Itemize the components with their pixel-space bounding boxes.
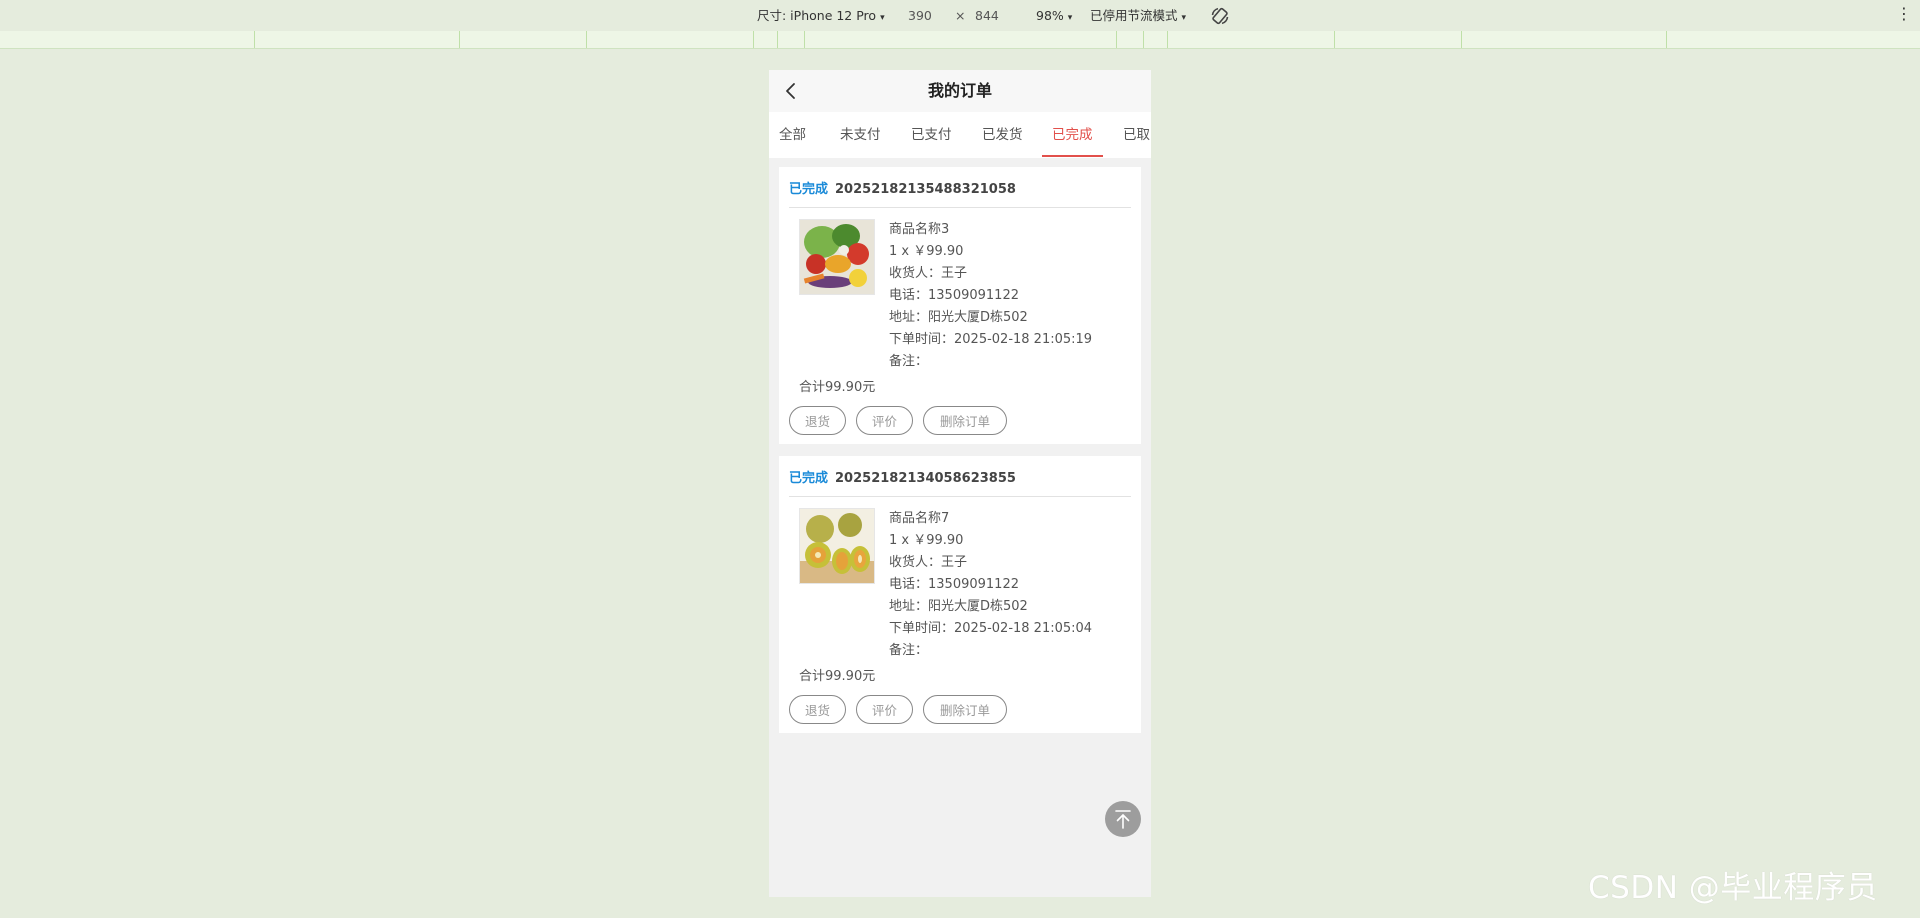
product-name: 商品名称3 <box>889 222 950 237</box>
delete-order-button[interactable]: 删除订单 <box>923 695 1007 724</box>
return-button[interactable]: 退货 <box>789 695 846 724</box>
tab-cancelled[interactable]: 已取 <box>1123 112 1150 158</box>
delete-order-button[interactable]: 删除订单 <box>923 406 1007 435</box>
caret-down-icon: ▾ <box>1067 13 1073 23</box>
phone: 电话：13509091122 <box>889 288 1019 303</box>
divider <box>789 207 1131 208</box>
media-query-bar[interactable] <box>0 31 1920 49</box>
zoom-select[interactable]: 98% ▾ <box>1036 8 1072 26</box>
product-image[interactable] <box>799 219 875 295</box>
media-query-segment[interactable] <box>459 31 460 48</box>
back-to-top-button[interactable] <box>1105 801 1141 837</box>
active-tab-indicator <box>1042 155 1103 157</box>
note: 备注： <box>889 643 929 658</box>
chevron-left-icon[interactable] <box>781 80 803 102</box>
order-number: 20252182135488321058 <box>835 182 1016 197</box>
order-time: 下单时间：2025-02-18 21:05:04 <box>889 621 1093 636</box>
width-input[interactable]: 390 <box>908 8 932 23</box>
device-select[interactable]: 尺寸: iPhone 12 Pro ▾ <box>757 8 885 26</box>
receiver: 收货人：王子 <box>889 555 968 570</box>
address: 地址：阳光大厦D栋502 <box>889 310 1028 325</box>
address: 地址：阳光大厦D栋502 <box>889 599 1028 614</box>
media-query-segment[interactable] <box>254 31 255 48</box>
order-card: 已完成 20252182135488321058 商品名称3 1 x ￥99.90… <box>779 167 1141 444</box>
tab-unpaid[interactable]: 未支付 <box>840 112 881 158</box>
media-query-segment[interactable] <box>1334 31 1335 48</box>
tab-shipped[interactable]: 已发货 <box>982 112 1023 158</box>
quantity-price: 1 x ￥99.90 <box>889 244 964 259</box>
media-query-segment[interactable] <box>753 31 754 48</box>
nav-bar: 我的订单 <box>769 70 1151 112</box>
caret-down-icon: ▾ <box>880 13 885 23</box>
tab-all[interactable]: 全部 <box>779 112 806 158</box>
tab-completed[interactable]: 已完成 <box>1052 112 1093 158</box>
device-label: 尺寸: iPhone 12 Pro <box>757 8 877 23</box>
product-image[interactable] <box>799 508 875 584</box>
status-badge: 已完成 <box>789 182 829 197</box>
media-query-segment[interactable] <box>1461 31 1462 48</box>
order-number: 20252182134058623855 <box>835 471 1016 486</box>
zoom-label: 98% <box>1036 8 1064 23</box>
order-card: 已完成 20252182134058623855 商品名称7 1 x ￥99.90 <box>779 456 1141 733</box>
height-input[interactable]: 844 <box>975 8 999 23</box>
order-tabs: 全部 未支付 已支付 已发货 已完成 已取 <box>769 112 1151 158</box>
return-button[interactable]: 退货 <box>789 406 846 435</box>
watermark: CSDN @毕业程序员 <box>1588 870 1878 906</box>
media-query-segment[interactable] <box>1143 31 1144 48</box>
review-button[interactable]: 评价 <box>856 695 913 724</box>
product-name: 商品名称7 <box>889 511 950 526</box>
throttle-select[interactable]: 已停用节流模式 ▾ <box>1090 8 1186 26</box>
media-query-segment[interactable] <box>586 31 587 48</box>
receiver: 收货人：王子 <box>889 266 968 281</box>
order-header: 已完成 20252182135488321058 <box>789 179 1016 197</box>
phone: 电话：13509091122 <box>889 577 1019 592</box>
order-info: 商品名称3 1 x ￥99.90 收货人：王子 电话：13509091122 地… <box>889 219 1092 373</box>
media-query-segment[interactable] <box>1167 31 1168 48</box>
throttle-label: 已停用节流模式 <box>1090 8 1178 23</box>
rotate-device-icon[interactable] <box>1210 6 1230 26</box>
review-button[interactable]: 评价 <box>856 406 913 435</box>
tab-paid[interactable]: 已支付 <box>911 112 952 158</box>
divider <box>789 496 1131 497</box>
arrow-up-to-top-icon <box>1115 810 1131 829</box>
order-time: 下单时间：2025-02-18 21:05:19 <box>889 332 1093 347</box>
caret-down-icon: ▾ <box>1181 13 1187 23</box>
order-total: 合计99.90元 <box>799 669 876 684</box>
order-info: 商品名称7 1 x ￥99.90 收货人：王子 电话：13509091122 地… <box>889 508 1092 662</box>
quantity-price: 1 x ￥99.90 <box>889 533 964 548</box>
phone-viewport: 我的订单 全部 未支付 已支付 已发货 已完成 已取 已完成 2025218213… <box>769 70 1151 897</box>
media-query-segment[interactable] <box>804 31 805 48</box>
media-query-segment[interactable] <box>1666 31 1667 48</box>
page-title: 我的订单 <box>927 81 992 100</box>
times-sign: × <box>955 8 966 23</box>
media-query-segment[interactable] <box>1116 31 1117 48</box>
media-query-segment[interactable] <box>777 31 778 48</box>
order-total: 合计99.90元 <box>799 380 876 395</box>
note: 备注： <box>889 354 929 369</box>
order-header: 已完成 20252182134058623855 <box>789 468 1016 486</box>
more-options-icon[interactable]: ⋮ <box>1896 5 1912 23</box>
devtools-toolbar: 尺寸: iPhone 12 Pro ▾ 390 × 844 98% ▾ 已停用节流模… <box>0 0 1920 32</box>
status-badge: 已完成 <box>789 471 829 486</box>
